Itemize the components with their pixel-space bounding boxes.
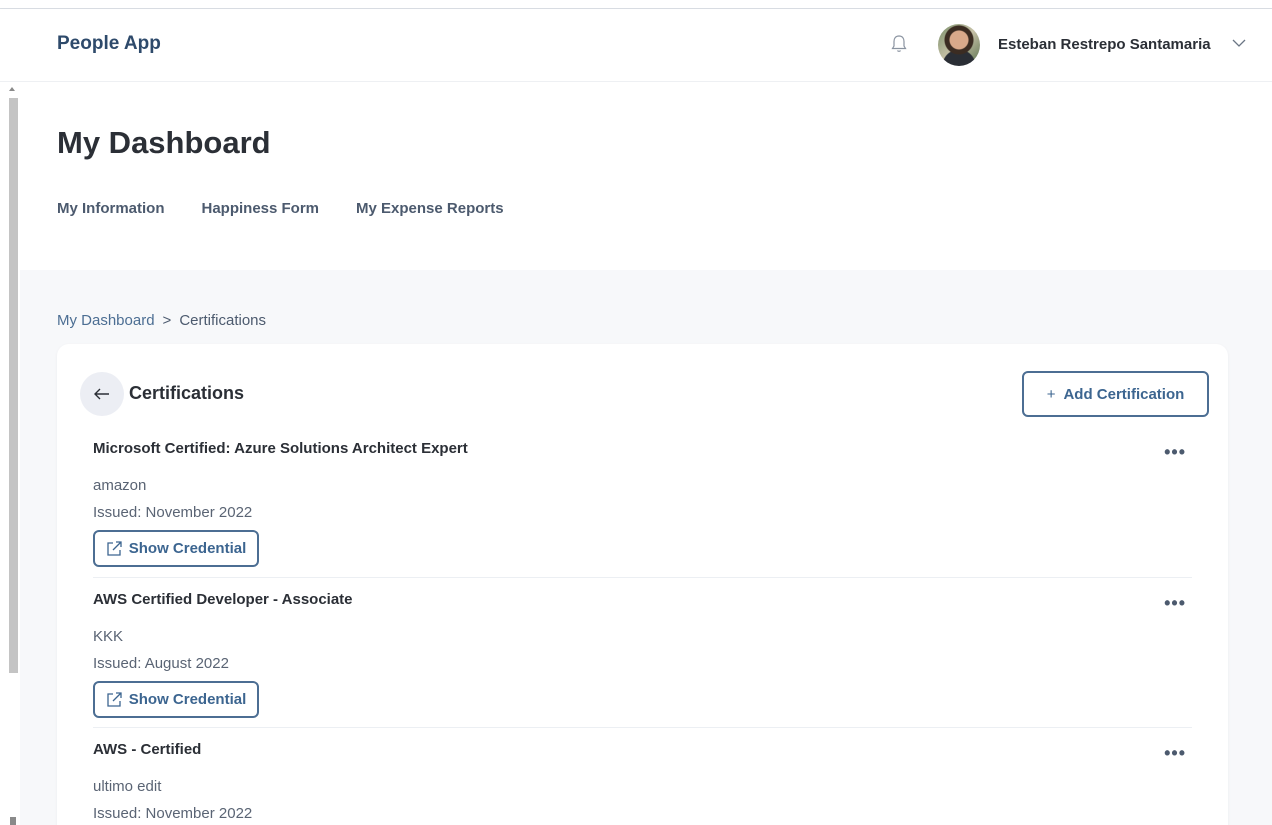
breadcrumb-current: Certifications [179,312,267,329]
certification-issued-date: Issued: November 2022 [93,805,253,822]
back-button[interactable] [80,372,124,416]
user-name[interactable]: Esteban Restrepo Santamaria [998,36,1211,53]
avatar[interactable] [938,24,980,66]
plus-icon: + [1046,385,1056,403]
certification-issuer: ultimo edit [93,778,162,795]
bell-icon[interactable] [890,34,908,54]
scroll-up-arrow[interactable] [9,87,15,91]
dashboard-hero [20,82,1272,270]
subnav-happiness-form[interactable]: Happiness Form [202,200,320,217]
breadcrumb: My Dashboard > Certifications [57,312,266,329]
chevron-down-icon[interactable] [1232,36,1246,50]
page-title: My Dashboard [57,125,271,160]
subnav-my-information[interactable]: My Information [57,200,165,217]
window-top-border [0,0,1272,9]
show-credential-button[interactable]: Show Credential [93,530,259,567]
certification-issuer: amazon [93,477,147,494]
arrow-left-icon [94,388,109,400]
certification-issued-date: Issued: November 2022 [93,504,253,521]
more-options-icon[interactable]: ••• [1164,593,1186,614]
show-credential-label: Show Credential [128,691,247,708]
app-brand[interactable]: People App [57,33,161,55]
subnav-my-expense-reports[interactable]: My Expense Reports [356,200,504,217]
add-certification-button[interactable]: + Add Certification [1022,371,1209,417]
breadcrumb-root-link[interactable]: My Dashboard [57,312,155,329]
external-link-icon [107,541,122,556]
scrollbar-thumb[interactable] [9,98,18,673]
certification-issued-date: Issued: August 2022 [93,655,229,672]
card-title: Certifications [129,383,245,403]
certification-name: AWS Certified Developer - Associate [93,591,353,608]
breadcrumb-separator: > [162,312,172,329]
show-credential-button[interactable]: Show Credential [93,681,259,718]
certification-name: Microsoft Certified: Azure Solutions Arc… [93,440,468,457]
certification-name: AWS - Certified [93,741,202,758]
scroll-down-arrow[interactable] [10,817,16,825]
certification-issuer: KKK [93,628,124,645]
more-options-icon[interactable]: ••• [1164,442,1186,463]
show-credential-label: Show Credential [128,540,247,557]
dashboard-subnav: My Information Happiness Form My Expense… [57,200,504,217]
external-link-icon [107,692,122,707]
app-header: People App Esteban Restrepo Santamaria [0,9,1272,82]
item-divider [93,577,1192,578]
more-options-icon[interactable]: ••• [1164,743,1186,764]
item-divider [93,727,1192,728]
add-certification-label: Add Certification [1063,385,1185,403]
